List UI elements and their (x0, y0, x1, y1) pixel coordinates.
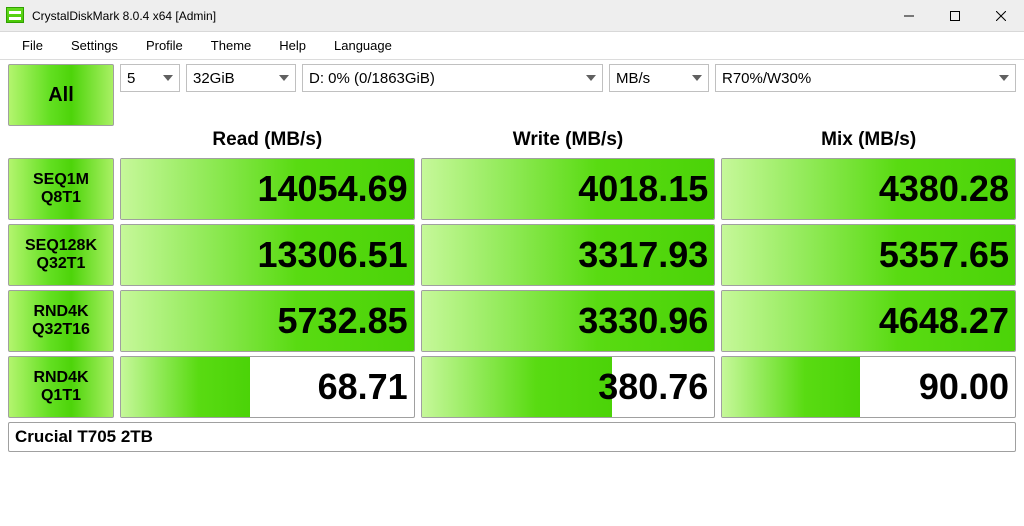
result-row: SEQ128K Q32T1 13306.51 3317.93 5357.65 (8, 224, 1016, 286)
seq1m-q8t1-read: 14054.69 (120, 158, 415, 220)
header-row: Read (MB/s) Write (MB/s) Mix (MB/s) (8, 126, 1016, 154)
test-label: SEQ1M Q8T1 (33, 171, 89, 206)
seq128k-q32t1-read: 13306.51 (120, 224, 415, 286)
menu-profile[interactable]: Profile (132, 36, 197, 55)
seq1m-q8t1-mix: 4380.28 (721, 158, 1016, 220)
all-button-label: All (48, 84, 74, 107)
result-row: SEQ1M Q8T1 14054.69 4018.15 4380.28 (8, 158, 1016, 220)
unit-select[interactable]: MB/s (609, 64, 709, 92)
menu-language[interactable]: Language (320, 36, 406, 55)
test-label: SEQ128K Q32T1 (25, 237, 97, 272)
test-label: RND4K Q32T16 (32, 303, 90, 338)
menu-file[interactable]: File (8, 36, 57, 55)
target-select[interactable]: D: 0% (0/1863GiB) (302, 64, 603, 92)
menubar: File Settings Profile Theme Help Languag… (0, 32, 1024, 60)
size-select[interactable]: 32GiB (186, 64, 296, 92)
seq1m-q8t1-write: 4018.15 (421, 158, 716, 220)
menu-help[interactable]: Help (265, 36, 320, 55)
mix-select[interactable]: R70%/W30% (715, 64, 1016, 92)
status-bar: Crucial T705 2TB (8, 422, 1016, 452)
maximize-button[interactable] (932, 0, 978, 32)
rnd4k-q32t16-mix: 4648.27 (721, 290, 1016, 352)
rnd4k-q32t16-write: 3330.96 (421, 290, 716, 352)
titlebar: CrystalDiskMark 8.0.4 x64 [Admin] (0, 0, 1024, 32)
menu-settings[interactable]: Settings (57, 36, 132, 55)
menu-theme[interactable]: Theme (197, 36, 265, 55)
result-row: RND4K Q1T1 68.71 380.76 90.00 (8, 356, 1016, 418)
client-area: All 5 32GiB D: 0% (0/1863GiB) MB/s R70%/… (0, 60, 1024, 456)
window-controls (886, 0, 1024, 31)
rnd4k-q32t16-read: 5732.85 (120, 290, 415, 352)
app-icon (6, 7, 24, 25)
header-write: Write (MB/s) (421, 126, 716, 154)
controls-row: All 5 32GiB D: 0% (0/1863GiB) MB/s R70%/… (8, 64, 1016, 126)
seq128k-q32t1-write: 3317.93 (421, 224, 716, 286)
minimize-button[interactable] (886, 0, 932, 32)
result-row: RND4K Q32T16 5732.85 3330.96 4648.27 (8, 290, 1016, 352)
seq1m-q8t1-button[interactable]: SEQ1M Q8T1 (8, 158, 114, 220)
rnd4k-q1t1-mix: 90.00 (721, 356, 1016, 418)
seq128k-q32t1-button[interactable]: SEQ128K Q32T1 (8, 224, 114, 286)
rnd4k-q1t1-write: 380.76 (421, 356, 716, 418)
loops-select[interactable]: 5 (120, 64, 180, 92)
rnd4k-q1t1-read: 68.71 (120, 356, 415, 418)
seq128k-q32t1-mix: 5357.65 (721, 224, 1016, 286)
close-button[interactable] (978, 0, 1024, 32)
all-button[interactable]: All (8, 64, 114, 126)
header-read: Read (MB/s) (120, 126, 415, 154)
status-text: Crucial T705 2TB (15, 427, 153, 447)
test-label: RND4K Q1T1 (33, 369, 88, 404)
rnd4k-q1t1-button[interactable]: RND4K Q1T1 (8, 356, 114, 418)
header-mix: Mix (MB/s) (721, 126, 1016, 154)
rnd4k-q32t16-button[interactable]: RND4K Q32T16 (8, 290, 114, 352)
window-title: CrystalDiskMark 8.0.4 x64 [Admin] (32, 9, 886, 23)
